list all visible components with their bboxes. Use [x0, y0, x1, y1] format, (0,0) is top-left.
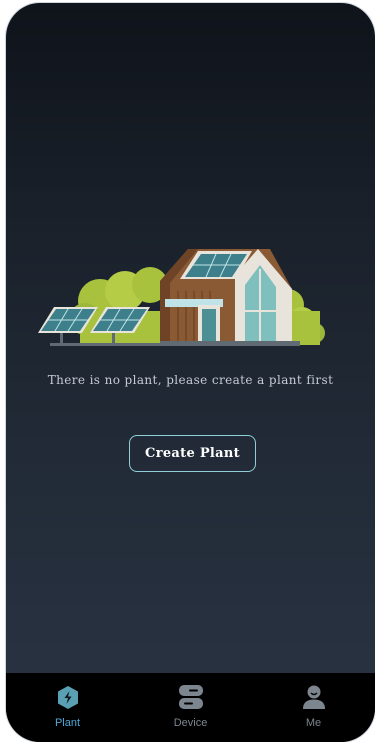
plant-icon — [57, 686, 78, 709]
tab-me[interactable]: Me — [252, 673, 375, 742]
empty-state-message: There is no plant, please create a plant… — [47, 373, 334, 387]
tab-me-label: Me — [305, 717, 322, 729]
device-icon — [178, 685, 203, 709]
create-plant-button[interactable]: Create Plant — [129, 435, 256, 472]
house — [160, 249, 300, 346]
tab-device[interactable]: Device — [129, 673, 252, 742]
tab-plant[interactable]: Plant — [6, 673, 129, 742]
solar-house-illustration — [38, 249, 325, 346]
tab-device-label: Device — [173, 717, 208, 729]
app-screen: There is no plant, please create a plant… — [6, 3, 375, 742]
bottom-tab-bar: Plant Device Me — [6, 673, 375, 742]
user-icon — [302, 685, 325, 709]
tab-plant-label: Plant — [54, 717, 81, 729]
